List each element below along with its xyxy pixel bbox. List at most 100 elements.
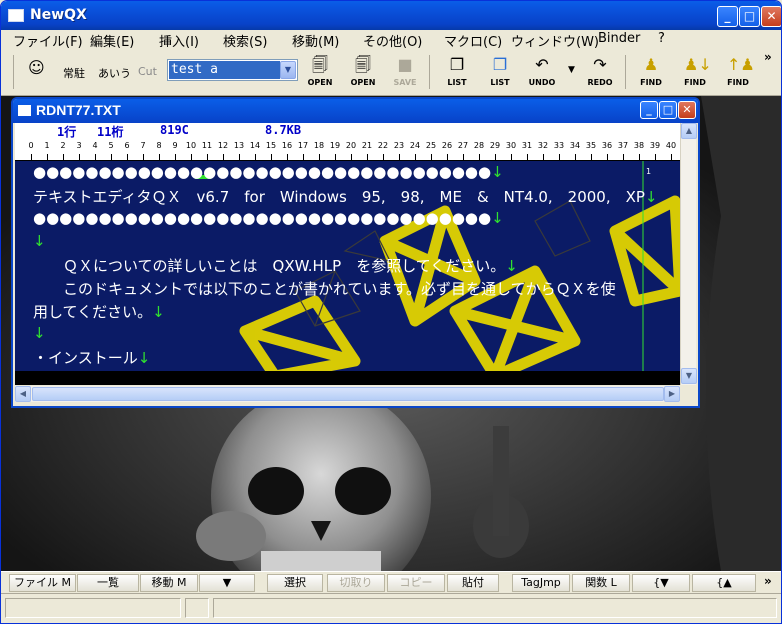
ruler-number: 6 bbox=[124, 141, 130, 150]
ruler-number: 19 bbox=[329, 141, 341, 150]
list-button-2[interactable]: ❐ LIST bbox=[481, 54, 519, 92]
find-next-icon: ♟↓ bbox=[684, 55, 712, 74]
undo-button[interactable]: ↶ UNDO bbox=[523, 54, 561, 92]
ruler-number: 22 bbox=[377, 141, 389, 150]
ruler-tick bbox=[575, 154, 576, 160]
fkey-move[interactable]: 移動 M bbox=[140, 574, 198, 592]
ruler-number: 24 bbox=[409, 141, 421, 150]
ruler-tick bbox=[127, 154, 128, 160]
toolbar-overflow-button[interactable]: » bbox=[764, 50, 772, 64]
fkey-file[interactable]: ファイル M bbox=[9, 574, 76, 592]
open-button-2[interactable]: 🗐 OPEN bbox=[344, 54, 382, 92]
ruler-tick bbox=[223, 154, 224, 160]
redo-button[interactable]: ↷ REDO bbox=[581, 54, 619, 92]
ruler-number: 39 bbox=[649, 141, 661, 150]
fkey-select[interactable]: 選択 bbox=[267, 574, 323, 592]
ruler-tick bbox=[255, 154, 256, 160]
ruler-number: 37 bbox=[617, 141, 629, 150]
title-bar[interactable]: NewQX _ □ ✕ bbox=[1, 1, 781, 30]
ruler-tick bbox=[399, 154, 400, 160]
app-icon bbox=[8, 9, 24, 22]
main-window: NewQX _ □ ✕ ファイル(F) 編集(E) 挿入(I) 検索(S) 移動… bbox=[0, 0, 782, 624]
ruler-tick bbox=[495, 154, 496, 160]
ruler-tick bbox=[511, 154, 512, 160]
ruler-number: 1 bbox=[44, 141, 50, 150]
fkey-brace-down[interactable]: {▼ bbox=[632, 574, 690, 592]
vertical-scrollbar[interactable]: ▲ ▼ bbox=[680, 123, 697, 385]
fkey-brace-up[interactable]: {▲ bbox=[692, 574, 756, 592]
find-prev-button[interactable]: ↑♟ FIND bbox=[719, 54, 757, 92]
find-next-button[interactable]: ♟↓ FIND bbox=[676, 54, 714, 92]
scroll-down-button[interactable]: ▼ bbox=[681, 368, 697, 384]
ruler-tick bbox=[335, 154, 336, 160]
ruler-number: 31 bbox=[521, 141, 533, 150]
fkey-list[interactable]: 一覧 bbox=[77, 574, 139, 592]
minimize-button[interactable]: _ bbox=[717, 6, 738, 27]
ruler-tick bbox=[191, 154, 192, 160]
ruler-number: 38 bbox=[633, 141, 645, 150]
char-code-indicator: 819C bbox=[160, 123, 189, 137]
line-indicator: 1行 bbox=[57, 125, 77, 139]
ruler-number: 7 bbox=[140, 141, 146, 150]
fkey-copy[interactable]: コピー bbox=[387, 574, 445, 592]
resident-toggle[interactable]: 常駐 bbox=[63, 65, 85, 81]
ruler-tick bbox=[159, 154, 160, 160]
scroll-up-button[interactable]: ▲ bbox=[681, 123, 697, 139]
find-button[interactable]: ♟ FIND bbox=[632, 54, 670, 92]
ruler-tick bbox=[527, 154, 528, 160]
open-button[interactable]: 🗐 OPEN bbox=[301, 54, 339, 92]
text-editor[interactable]: 1 ●●●●●●●●●●●●●●●●●●●●●●●●●●●●●●●●●●●↓ テ… bbox=[15, 161, 680, 371]
text-line: ↓ bbox=[33, 324, 46, 342]
ruler-tick bbox=[271, 154, 272, 160]
close-button[interactable]: ✕ bbox=[761, 6, 781, 27]
menu-binder[interactable]: Binder bbox=[598, 31, 640, 46]
ruler-number: 40 bbox=[665, 141, 677, 150]
document-title: RDNT77.TXT bbox=[36, 102, 121, 118]
search-combobox[interactable]: test a ▼ bbox=[167, 59, 298, 81]
menu-help[interactable]: ? bbox=[658, 31, 665, 46]
undo-dropdown-icon[interactable]: ▼ bbox=[568, 65, 575, 75]
fkey-dropdown[interactable]: ▼ bbox=[199, 574, 255, 592]
ruler-tick bbox=[655, 154, 656, 160]
ruler-tick bbox=[591, 154, 592, 160]
toolbar: ☺ 常駐 あいう Cut 🗐 OPEN 🗐 OPEN ■ SAVE ❐ LIST ❐ LI… bbox=[1, 48, 781, 96]
document-title-bar[interactable]: RDNT77.TXT _ □ ✕ bbox=[13, 99, 698, 123]
ruler-number: 5 bbox=[108, 141, 114, 150]
ruler-tick bbox=[31, 154, 32, 160]
ruler-tick bbox=[287, 154, 288, 160]
scroll-right-button[interactable]: ▶ bbox=[664, 386, 680, 402]
doc-close-button[interactable]: ✕ bbox=[678, 101, 696, 119]
status-bar bbox=[1, 593, 781, 623]
ruler-number: 32 bbox=[537, 141, 549, 150]
ruler-tick bbox=[447, 154, 448, 160]
search-input[interactable]: test a bbox=[169, 61, 280, 79]
fkey-function[interactable]: 関数 L bbox=[572, 574, 630, 592]
horizontal-scroll-thumb[interactable] bbox=[32, 387, 664, 401]
ime-indicator[interactable]: あいう bbox=[98, 65, 131, 81]
ruler-tick bbox=[351, 154, 352, 160]
text-line: 用してください。↓ bbox=[33, 303, 165, 321]
smiley-icon[interactable]: ☺ bbox=[28, 58, 45, 77]
chevron-down-icon[interactable]: ▼ bbox=[280, 61, 296, 79]
ruler-number: 33 bbox=[553, 141, 565, 150]
save-button[interactable]: ■ SAVE bbox=[386, 54, 424, 92]
window-title: NewQX bbox=[30, 7, 87, 23]
fkey-paste[interactable]: 貼付 bbox=[447, 574, 499, 592]
fkey-cut[interactable]: 切取り bbox=[327, 574, 385, 592]
horizontal-scrollbar[interactable]: ◀ ▶ bbox=[15, 386, 680, 402]
scroll-left-button[interactable]: ◀ bbox=[15, 386, 31, 402]
ruler-tick bbox=[431, 154, 432, 160]
ruler-number: 15 bbox=[265, 141, 277, 150]
ruler-number: 30 bbox=[505, 141, 517, 150]
ruler-number: 27 bbox=[457, 141, 469, 150]
maximize-button[interactable]: □ bbox=[739, 6, 760, 27]
funcbar-overflow-button[interactable]: » bbox=[764, 574, 772, 588]
fkey-tagjump[interactable]: TagJmp bbox=[512, 574, 570, 592]
ruler-number: 20 bbox=[345, 141, 357, 150]
doc-minimize-button[interactable]: _ bbox=[640, 101, 658, 119]
list-button[interactable]: ❐ LIST bbox=[438, 54, 476, 92]
doc-maximize-button[interactable]: □ bbox=[659, 101, 677, 119]
ruler-tick bbox=[319, 154, 320, 160]
open-icon: 🗐 bbox=[355, 55, 371, 74]
cut-indicator[interactable]: Cut bbox=[138, 65, 157, 78]
